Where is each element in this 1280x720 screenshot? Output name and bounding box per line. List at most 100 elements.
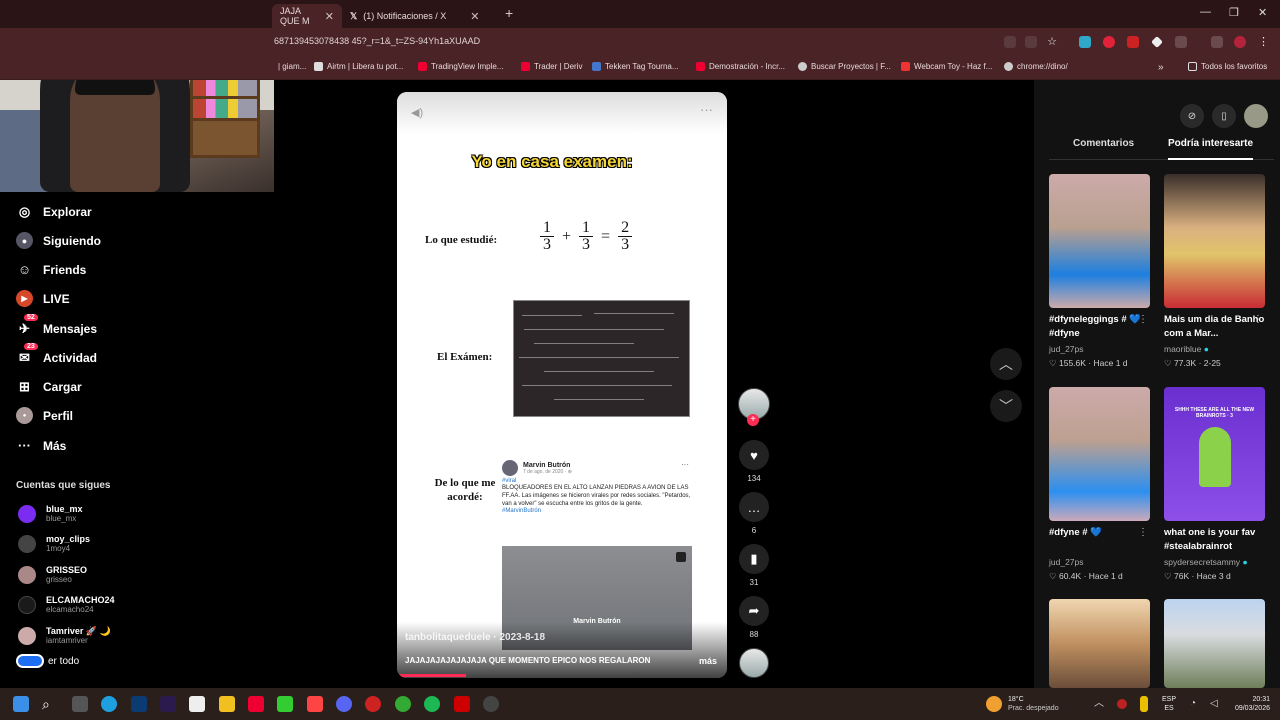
tab-notifications[interactable]: 𝕏 (1) Notificaciones / X ✕ xyxy=(342,4,497,28)
clock[interactable]: 20:31 09/03/2026 xyxy=(1226,695,1270,713)
video-thumbnail[interactable] xyxy=(1049,174,1150,308)
bookmark-item[interactable]: TradingView Imple... xyxy=(418,62,503,71)
phone-icon[interactable]: ▯ xyxy=(1212,104,1236,128)
avatar[interactable] xyxy=(1244,104,1268,128)
following-account[interactable]: blue_mx blue_mx xyxy=(18,504,83,523)
xbox-icon[interactable] xyxy=(277,696,293,712)
new-tab-button[interactable]: + xyxy=(505,5,513,21)
video-progress-bar[interactable] xyxy=(397,674,467,677)
weather-icon[interactable] xyxy=(986,696,1002,712)
volume-icon[interactable]: ◀) xyxy=(411,106,423,119)
microphone-icon[interactable] xyxy=(1140,696,1148,712)
photoshop-icon[interactable] xyxy=(131,696,147,712)
nav-more[interactable]: ··· Más xyxy=(16,437,66,454)
following-account[interactable]: GRISSEO grisseo xyxy=(18,565,87,584)
nav-friends[interactable]: ☺ Friends xyxy=(16,261,86,278)
nav-messages[interactable]: ✈ 52 Mensajes xyxy=(16,314,97,337)
chrome-icon[interactable] xyxy=(395,696,411,712)
windows-start-icon[interactable] xyxy=(13,696,29,712)
extension-icon[interactable] xyxy=(1151,36,1163,48)
chevron-up-icon[interactable]: ︿ xyxy=(1094,696,1110,712)
music-avatar[interactable] xyxy=(736,648,772,678)
deriv-icon[interactable] xyxy=(248,696,264,712)
video-thumbnail[interactable]: SHHH THESE ARE ALL THE NEW BRAINROTS · 3 xyxy=(1164,387,1265,521)
more-caption-button[interactable]: más xyxy=(699,656,717,666)
avatar[interactable] xyxy=(1234,36,1246,48)
cast-icon[interactable] xyxy=(1025,36,1037,48)
save-button[interactable]: ▮ 31 xyxy=(736,544,772,587)
brave-icon[interactable] xyxy=(307,696,323,712)
share-button[interactable]: ➦ 88 xyxy=(736,596,772,639)
see-all-link[interactable]: er todo xyxy=(16,654,79,668)
video-thumbnail[interactable] xyxy=(1164,174,1265,308)
nav-explore[interactable]: ◎ Explorar xyxy=(16,203,92,220)
language-indicator[interactable]: ESP ES xyxy=(1162,695,1176,713)
bookmark-item[interactable]: | giam... xyxy=(278,62,306,71)
translate-icon[interactable] xyxy=(1004,36,1016,48)
obs-icon[interactable] xyxy=(483,696,499,712)
close-window-icon[interactable]: ✕ xyxy=(1258,6,1267,19)
bookmark-item[interactable]: Tekken Tag Tourna... xyxy=(592,62,679,71)
minimize-icon[interactable]: — xyxy=(1200,6,1211,18)
maximize-icon[interactable]: ❐ xyxy=(1229,6,1239,19)
nav-activity[interactable]: ✉ 23 Actividad xyxy=(16,343,97,366)
comment-button[interactable]: … 6 xyxy=(736,492,772,535)
following-account[interactable]: moy_clips 1moy4 xyxy=(18,534,90,553)
nav-live[interactable]: ▶ LIVE xyxy=(16,290,70,307)
more-options-icon[interactable]: ⋮ xyxy=(1138,527,1148,538)
all-bookmarks[interactable]: Todos los favoritos xyxy=(1188,62,1267,71)
following-account[interactable]: ELCAMACHO24 elcamacho24 xyxy=(18,595,115,614)
bookmark-item[interactable]: chrome://dino/ xyxy=(1004,62,1068,71)
follow-plus-icon[interactable]: + xyxy=(747,414,759,426)
video-thumbnail[interactable] xyxy=(1049,387,1150,521)
suggested-video-card[interactable]: #dfyne # 💙 ⋮ jud_27ps ♡ 60.4K · Hace 1 d xyxy=(1049,387,1150,582)
bookmark-item[interactable]: Airtm | Libera tu pot... xyxy=(314,62,403,71)
chevron-right-icon[interactable]: » xyxy=(1158,62,1164,73)
app-icon[interactable] xyxy=(365,696,381,712)
creator-avatar-button[interactable]: + xyxy=(736,388,772,426)
star-icon[interactable]: ☆ xyxy=(1046,36,1058,48)
extension-icon[interactable] xyxy=(1079,36,1091,48)
weather-widget[interactable]: 18°C Prac. despejado xyxy=(1008,695,1059,713)
extension-icon[interactable] xyxy=(1103,36,1115,48)
suggested-video-card[interactable] xyxy=(1049,599,1150,688)
tab-tiktok[interactable]: JAJA QUE M ✕ xyxy=(272,4,342,28)
tab-suggested[interactable]: Podría interesarte xyxy=(1168,138,1254,160)
following-account[interactable]: Tamriver 🚀 🌙 iamtamriver xyxy=(18,626,111,645)
bookmark-item[interactable]: Buscar Proyectos | F... xyxy=(798,62,891,71)
close-tab-icon[interactable]: ✕ xyxy=(470,10,479,23)
extension-icon[interactable] xyxy=(1127,36,1139,48)
puzzle-icon[interactable] xyxy=(1175,36,1187,48)
nav-upload[interactable]: ⊞ Cargar xyxy=(16,378,82,395)
more-options-icon[interactable]: ⋮ xyxy=(1138,314,1148,325)
video-thumbnail[interactable] xyxy=(1049,599,1150,688)
tray-icon[interactable] xyxy=(1117,699,1127,709)
store-icon[interactable] xyxy=(189,696,205,712)
next-video-button[interactable]: ﹀ xyxy=(990,390,1022,422)
close-tab-icon[interactable]: ✕ xyxy=(325,10,334,23)
bookmark-item[interactable]: Webcam Toy - Haz f... xyxy=(901,62,992,71)
nav-following[interactable]: ● Siguiendo xyxy=(16,232,101,249)
wifi-icon[interactable]: ◔ xyxy=(1190,696,1206,712)
task-view-icon[interactable] xyxy=(72,696,88,712)
suggested-video-card[interactable]: #dfyneleggings # 💙 #dfyne ⋮ jud_27ps ♡ 1… xyxy=(1049,174,1150,369)
folder-icon[interactable] xyxy=(219,696,235,712)
video-thumbnail[interactable] xyxy=(1164,599,1265,688)
previous-video-button[interactable]: ︿ xyxy=(990,348,1022,380)
spotify-icon[interactable] xyxy=(424,696,440,712)
menu-lines-icon[interactable] xyxy=(1211,36,1223,48)
speaker-icon[interactable]: ◁ xyxy=(1210,696,1226,712)
bookmark-item[interactable]: Trader | Deriv xyxy=(521,62,582,71)
premiere-icon[interactable] xyxy=(160,696,176,712)
suggested-video-card[interactable]: Mais um dia de Banho com a Mar... ⋮ maor… xyxy=(1164,174,1265,369)
suggested-video-card[interactable] xyxy=(1164,599,1265,688)
suggested-video-card[interactable]: SHHH THESE ARE ALL THE NEW BRAINROTS · 3… xyxy=(1164,387,1265,582)
edge-icon[interactable] xyxy=(101,696,117,712)
tab-comments[interactable]: Comentarios xyxy=(1073,138,1134,149)
more-options-icon[interactable]: ··· xyxy=(700,102,713,117)
nav-profile[interactable]: ● Perfil xyxy=(16,407,73,424)
video-author-line[interactable]: tanbolitaqueduele · 2023-8-18 xyxy=(405,632,545,643)
bookmark-item[interactable]: Demostración - Incr... xyxy=(696,62,785,71)
discord-icon[interactable] xyxy=(336,696,352,712)
url-text[interactable]: 687139453078438 45?_r=1&_t=ZS-94Yh1aXUAA… xyxy=(274,36,480,46)
